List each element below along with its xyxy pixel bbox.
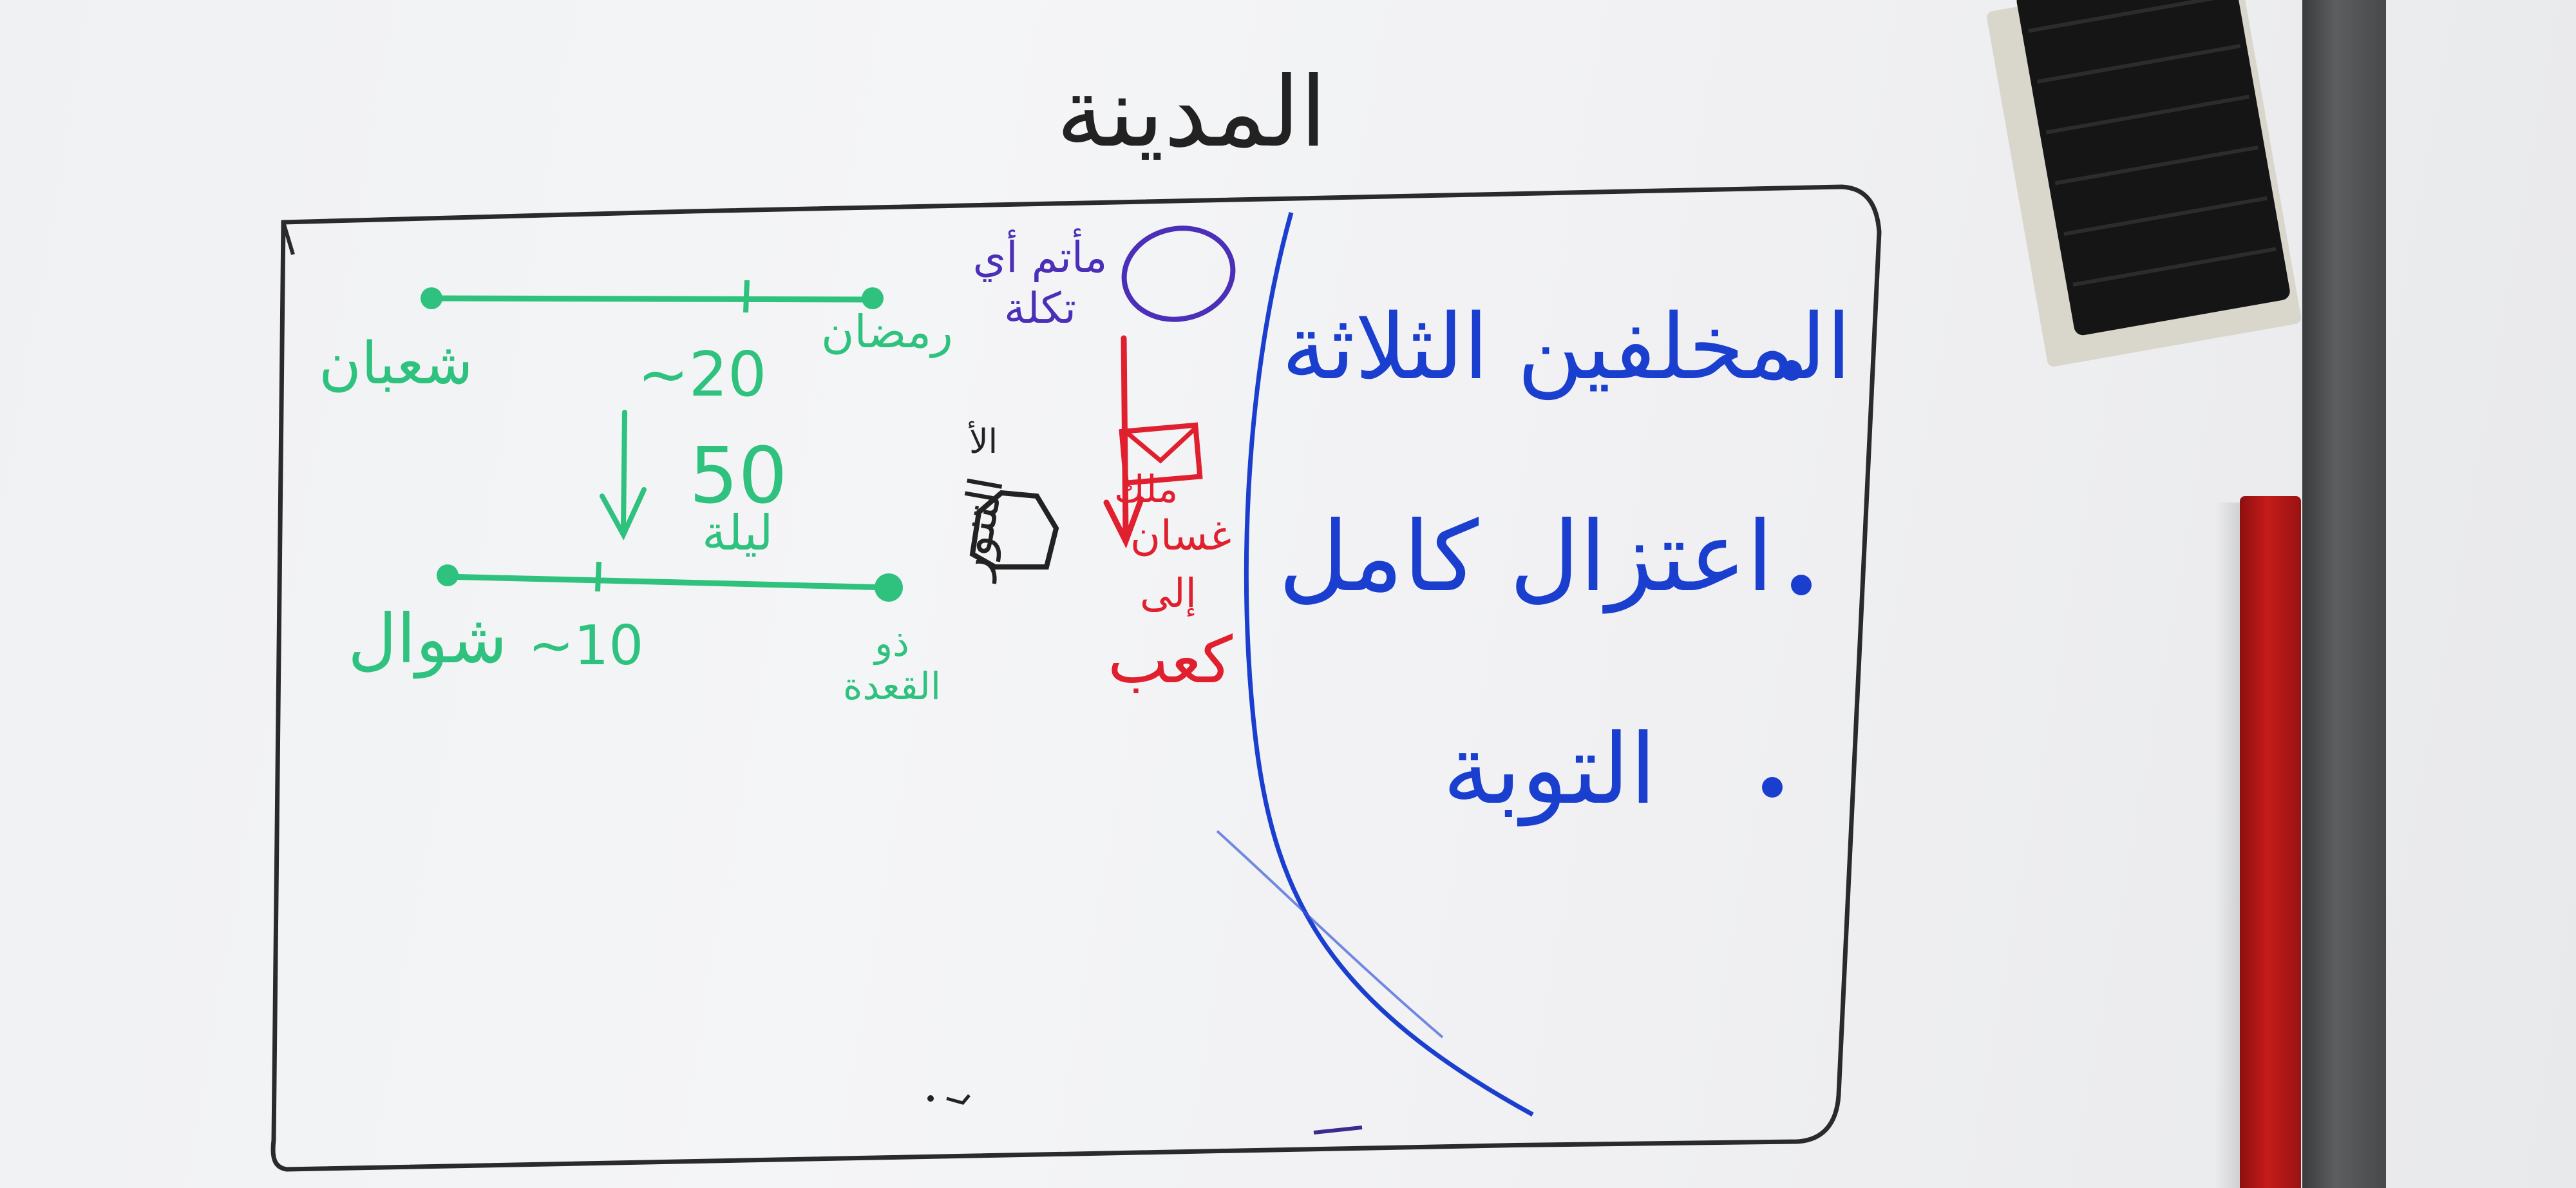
black-note-line-1: الأ — [969, 423, 998, 461]
green-down-arrow — [600, 410, 647, 541]
list-item-3: التوبة — [1443, 714, 1657, 826]
red-marker — [2240, 496, 2301, 1188]
list-item-2: اعتزال كامل — [1278, 501, 1774, 613]
red-note-line-4: كعب — [1108, 622, 1233, 698]
red-note-line-2: غسان — [1130, 512, 1232, 560]
bullet-2 — [1791, 575, 1812, 595]
timeline-top-start-label: شعبان — [319, 330, 473, 398]
timeline-top-line — [431, 295, 873, 303]
red-note-line-1: ملك — [1114, 467, 1179, 511]
timeline-bottom-end-label: ذو القعدة — [843, 621, 941, 708]
marker-shadow — [2215, 503, 2241, 1188]
purple-note: مأتم أي تكلة — [972, 233, 1108, 334]
whiteboard-photo: المدينة المخلفين الثلاثة اعتزال كامل الت… — [0, 0, 2576, 1188]
duration-unit: ليلة — [702, 504, 773, 561]
timeline-bottom-line — [444, 573, 889, 591]
timeline-top-end-label: رمضان — [821, 305, 953, 358]
duration-value: 50 — [689, 432, 788, 521]
timeline-bottom-start-label: شوال — [348, 600, 507, 678]
red-note-line-3: إلى — [1140, 570, 1197, 617]
timeline-bottom-marker: ~10 — [528, 614, 644, 678]
bullet-3 — [1762, 777, 1783, 798]
timeline-top-marker: ~20 — [638, 340, 767, 410]
purple-circle — [1121, 225, 1236, 322]
board-tray — [2302, 0, 2386, 1188]
list-item-1: المخلفين الثلاثة — [1282, 295, 1852, 400]
board-title: المدينة — [1056, 57, 1327, 169]
